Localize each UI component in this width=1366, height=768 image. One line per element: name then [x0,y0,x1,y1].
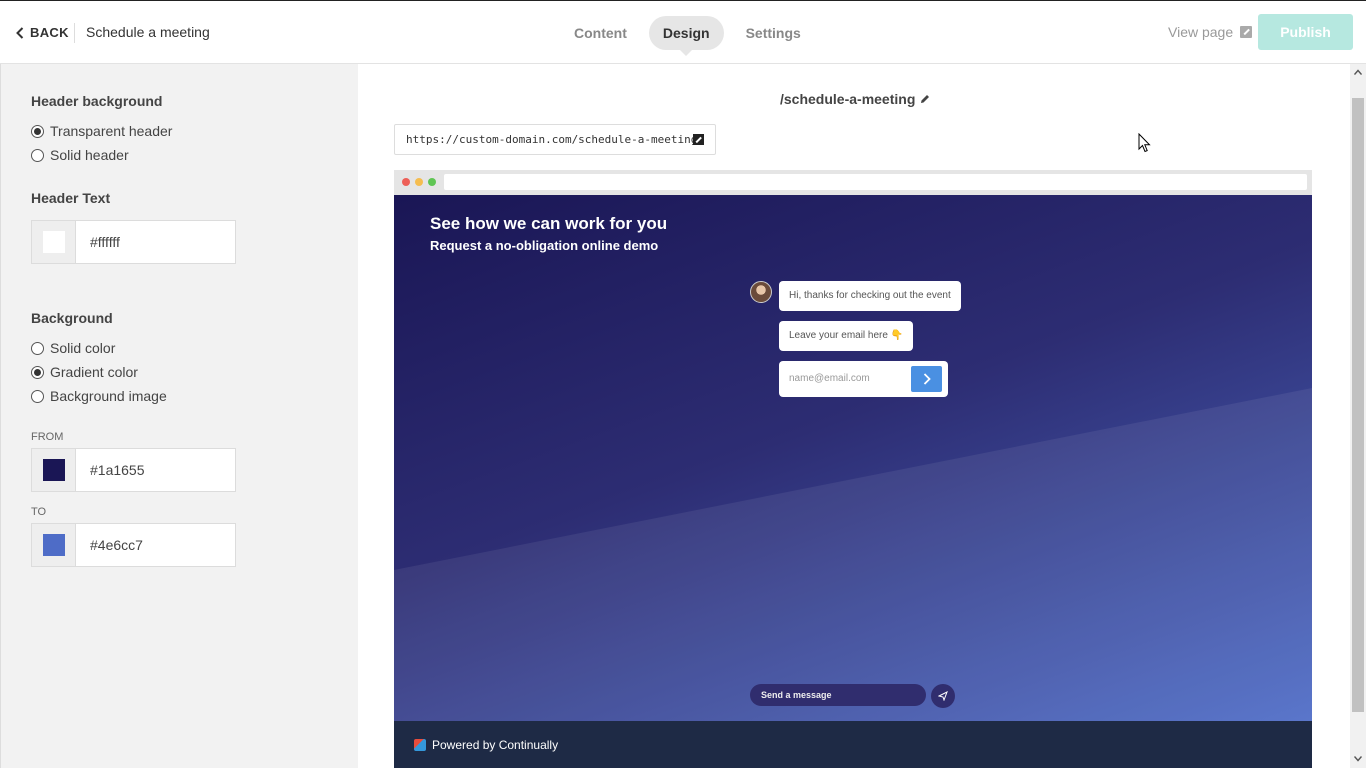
email-input[interactable]: name@email.com [789,361,870,397]
header-text-color-field[interactable]: #ffffff [31,220,236,264]
scrollbar-thumb[interactable] [1352,98,1364,712]
chat-bubble: Leave your email here 👇 [779,321,914,351]
open-url-icon[interactable] [693,134,704,145]
color-swatch [42,534,65,556]
background-title: Background [31,310,113,326]
pencil-icon[interactable] [919,93,931,105]
divider [74,23,75,43]
from-color-value: #1a1655 [90,462,145,478]
hero-subtitle: Request a no-obligation online demo [430,238,659,253]
radio-unselected-icon [31,148,44,162]
window-close-dot [402,178,410,186]
radio-background-image[interactable]: Background image [31,388,167,404]
publish-button[interactable]: Publish [1258,14,1353,50]
external-link-icon [1240,26,1253,38]
preview-footer: Powered by Continually [394,721,1312,768]
page-preview: See how we can work for you Request a no… [394,170,1312,768]
powered-by-text: Powered by Continually [432,737,559,752]
page-url: https://custom-domain.com/schedule-a-mee… [406,133,705,146]
to-color-value: #4e6cc7 [90,537,143,553]
scroll-up-icon[interactable] [1354,69,1362,75]
page-url-field[interactable]: https://custom-domain.com/schedule-a-mee… [394,124,716,155]
hero-title: See how we can work for you [430,214,668,233]
window-maximize-dot [428,178,436,186]
header-text-color-value: #ffffff [90,234,120,250]
window-minimize-dot [415,178,423,186]
page-title: Schedule a meeting [86,24,210,40]
to-label: TO [31,506,47,518]
radio-solid-header[interactable]: Solid header [31,147,129,163]
slug-text: /schedule-a-meeting [780,91,916,107]
browser-chrome [394,170,1312,195]
send-message-button[interactable] [931,684,955,708]
main-scrollbar[interactable] [1350,64,1366,768]
tab-design[interactable]: Design [648,16,724,56]
chevron-right-icon [923,373,931,385]
back-button[interactable]: BACK [16,25,69,40]
rocket-icon [414,738,426,751]
view-page-label: View page [1168,24,1234,40]
radio-label: Gradient color [50,364,138,380]
radio-solid-color[interactable]: Solid color [31,340,115,356]
radio-label: Background image [50,388,167,404]
radio-label: Solid color [50,340,116,356]
tab-settings[interactable]: Settings [732,16,815,50]
radio-gradient-color[interactable]: Gradient color [31,364,138,380]
hero-decor-shape [394,388,1312,721]
design-sidebar: Header background Transparent header Sol… [0,64,358,768]
paper-plane-icon [938,691,948,701]
color-swatch-button[interactable] [32,524,76,566]
chevron-left-icon [16,26,24,39]
agent-avatar [750,281,772,303]
top-bar: BACK Schedule a meeting Content Design S… [0,0,1366,64]
email-capture: name@email.com [779,361,948,397]
color-swatch [42,231,65,253]
view-page-link[interactable]: View page [1168,24,1253,40]
radio-selected-icon [31,124,44,138]
tab-bar: Content Design Settings [560,16,815,56]
radio-unselected-icon [31,389,44,403]
back-label: BACK [30,25,69,40]
preview-area: /schedule-a-meeting https://custom-domai… [358,64,1350,768]
header-text-title: Header Text [31,190,111,206]
hero-section: See how we can work for you Request a no… [394,195,1312,721]
to-color-field[interactable]: #4e6cc7 [31,523,236,567]
email-submit-button[interactable] [911,366,942,392]
scroll-down-icon[interactable] [1354,756,1362,762]
radio-label: Solid header [50,147,129,163]
color-swatch-button[interactable] [32,449,76,491]
color-swatch-button[interactable] [32,221,76,263]
mouse-cursor-icon [1138,133,1151,153]
from-label: FROM [31,431,64,443]
message-input[interactable]: Send a message [750,684,926,706]
radio-unselected-icon [31,341,44,355]
radio-transparent-header[interactable]: Transparent header [31,123,172,139]
from-color-field[interactable]: #1a1655 [31,448,236,492]
header-background-title: Header background [31,93,163,109]
tab-content[interactable]: Content [560,16,641,50]
browser-address-bar [444,174,1307,190]
color-swatch [42,459,65,481]
chat-bubble: Hi, thanks for checking out the event [779,281,961,311]
page-slug[interactable]: /schedule-a-meeting [780,91,931,107]
radio-selected-icon [31,365,44,379]
radio-label: Transparent header [50,123,173,139]
